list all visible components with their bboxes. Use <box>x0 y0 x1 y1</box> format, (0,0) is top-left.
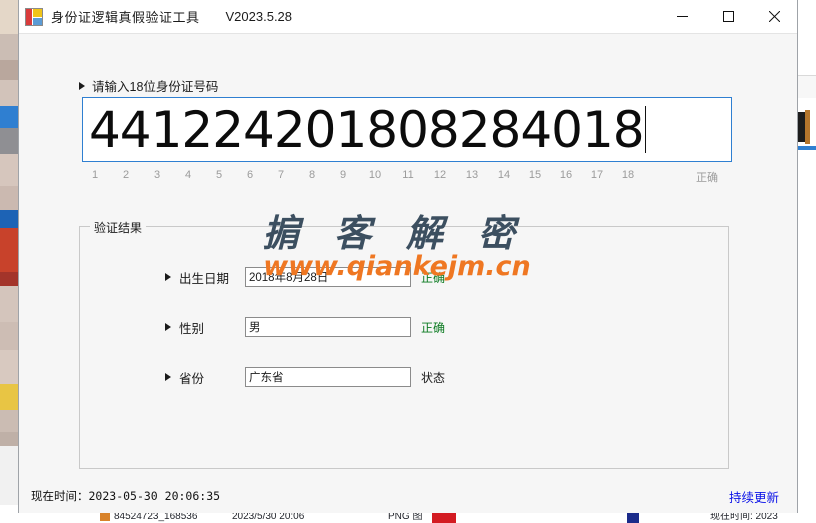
minimize-icon <box>676 16 688 17</box>
id-input-hint: 请输入18位身份证号码 <box>79 76 218 95</box>
province-status: 状态 <box>421 370 446 385</box>
gender-label: 性别 <box>179 321 205 336</box>
result-groupbox-legend: 验证结果 <box>90 219 147 236</box>
ruler-tick: 6 <box>246 169 254 181</box>
gender-field[interactable]: 男 <box>245 317 411 337</box>
maximize-icon <box>722 11 734 22</box>
bullet-triangle-icon <box>165 323 171 331</box>
field-row-birthdate: 出生日期 2018年8月28日 正确 <box>165 267 445 287</box>
gender-status: 正确 <box>421 320 446 335</box>
bullet-triangle-icon <box>165 273 171 281</box>
result-groupbox: 验证结果 出生日期 2018年8月28日 正确 性别 男 正确 省份 广东省 状… <box>79 219 729 469</box>
app-window: 身份证逻辑真假验证工具 V2023.5.28 请输入18位身份证号码 44122… <box>18 0 798 513</box>
title-bar[interactable]: 身份证逻辑真假验证工具 V2023.5.28 <box>19 0 797 34</box>
form-app-icon <box>25 7 43 26</box>
ruler-tick: 2 <box>122 169 130 181</box>
field-row-gender: 性别 男 正确 <box>165 317 445 337</box>
id-number-input[interactable]: 441224201808284018 <box>82 97 732 162</box>
ruler-tick: 9 <box>339 169 347 181</box>
ruler-tick: 10 <box>368 169 382 181</box>
ruler-tick: 8 <box>308 169 316 181</box>
ruler-tick: 12 <box>433 169 447 181</box>
desktop-background-left <box>0 0 18 523</box>
id-number-value: 441224201808284018 <box>89 100 645 159</box>
bullet-triangle-icon <box>165 373 171 381</box>
ruler-tick: 4 <box>184 169 192 181</box>
birthdate-label: 出生日期 <box>179 271 230 286</box>
maximize-button[interactable] <box>705 0 751 33</box>
checksum-status: 正确 <box>696 172 718 184</box>
ruler-tick: 1 <box>91 169 99 181</box>
field-row-province: 省份 广东省 状态 <box>165 367 445 387</box>
ruler-tick: 17 <box>590 169 604 181</box>
screen-root: 84524723_168536 2023/5/30 20:06 PNG 图 现在… <box>0 0 816 523</box>
status-bar: 现在时间：2023-05-30 20:06:35 持续更新 <box>19 479 797 513</box>
ruler-tick: 3 <box>153 169 161 181</box>
window-title: 身份证逻辑真假验证工具 <box>51 10 200 25</box>
ruler-tick: 14 <box>497 169 511 181</box>
province-label: 省份 <box>179 371 205 386</box>
birthdate-status: 正确 <box>421 270 446 285</box>
ruler-tick: 18 <box>621 169 635 181</box>
ruler-tick: 5 <box>215 169 223 181</box>
minimize-button[interactable] <box>659 0 705 33</box>
birthdate-field[interactable]: 2018年8月28日 <box>245 267 411 287</box>
ruler-tick: 11 <box>402 169 414 181</box>
window-controls <box>659 0 797 33</box>
text-caret <box>644 106 646 153</box>
ruler-tick: 15 <box>528 169 542 181</box>
current-time-label: 现在时间：2023-05-30 20:06:35 <box>31 489 221 503</box>
ruler-tick: 13 <box>465 169 479 181</box>
close-button[interactable] <box>751 0 797 33</box>
digit-position-ruler: 1 2 3 4 5 6 7 8 9 10 11 12 13 14 15 16 1… <box>82 169 732 187</box>
client-area: 请输入18位身份证号码 441224201808284018 1 2 3 4 5… <box>19 34 797 513</box>
continuous-update-link[interactable]: 持续更新 <box>729 487 779 506</box>
bullet-triangle-icon <box>79 81 85 90</box>
ruler-tick: 16 <box>559 169 573 181</box>
province-field[interactable]: 广东省 <box>245 367 411 387</box>
file-type-icon <box>100 512 110 521</box>
close-icon <box>768 11 780 22</box>
ruler-tick: 7 <box>277 169 285 181</box>
window-version: V2023.5.28 <box>225 9 293 24</box>
id-input-hint-label: 请输入18位身份证号码 <box>92 80 219 94</box>
